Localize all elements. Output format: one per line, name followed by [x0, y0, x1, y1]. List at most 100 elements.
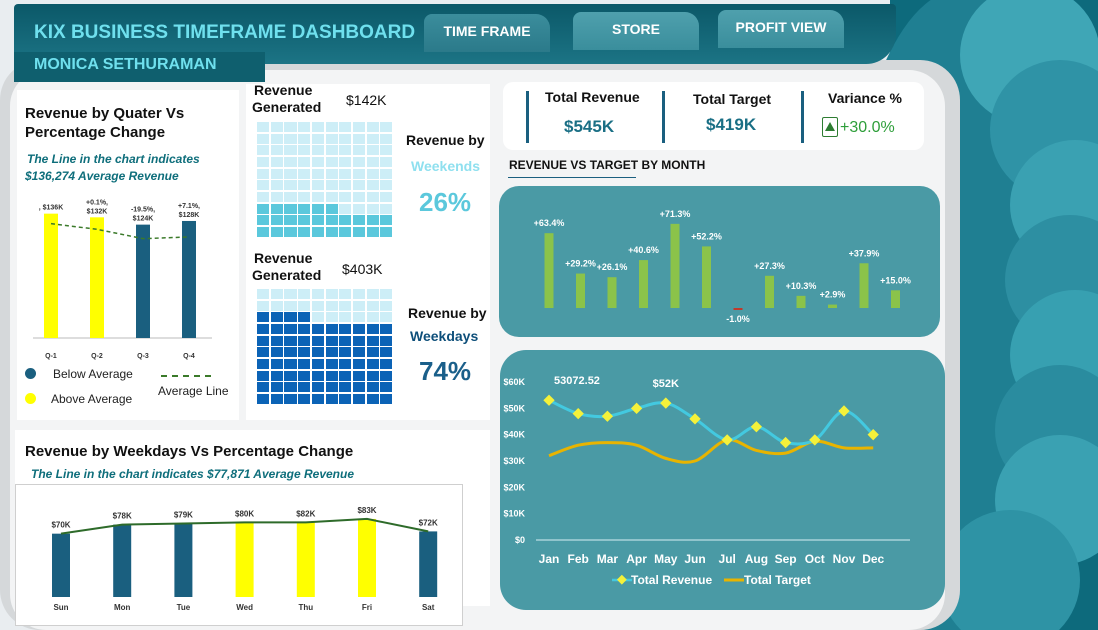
waffle-cell [284, 370, 297, 381]
waffle-cell [270, 191, 283, 202]
variance-value: +30.0% [840, 119, 895, 136]
variance-data-label: +37.9% [849, 248, 880, 258]
variance-data-label: +27.3% [754, 261, 785, 271]
waffle-cell [366, 300, 379, 311]
waffle-cell [366, 382, 379, 393]
kpi-divider [526, 91, 529, 143]
waffle-cell [298, 289, 311, 300]
waffle-cell [366, 191, 379, 202]
variance-data-label: +71.3% [660, 209, 691, 219]
revenue-point [630, 402, 643, 414]
variance-bar [639, 260, 648, 308]
waffle-cell [270, 335, 283, 346]
waffle-cell [325, 289, 338, 300]
waffle-cell [339, 215, 352, 226]
variance-bar [733, 308, 743, 310]
waffle-cell [284, 122, 297, 133]
waffle-cell [352, 215, 366, 226]
variance-bar [670, 223, 680, 308]
weekday-bar [419, 531, 438, 597]
waffle-cell [352, 145, 366, 156]
waffle-cell [311, 168, 324, 179]
waffle-cell [339, 358, 352, 369]
waffle-cell [298, 168, 311, 179]
waffle-cell [311, 393, 324, 404]
waffle-cell [380, 122, 393, 133]
waffle-cell [366, 145, 379, 156]
waffle-cell [352, 370, 366, 381]
waffle-cell [270, 289, 283, 300]
waffle-cell [270, 300, 283, 311]
waffle-cell [339, 191, 352, 202]
variance-data-label: -1.0% [726, 314, 750, 324]
waffle-cell [284, 323, 297, 335]
waffle-cell [352, 156, 366, 168]
weekday-chart: Sun $70K Mon $78K Tue $79K Wed $80K Thu $82K Fri $8… [15, 484, 463, 626]
waffle-cell [311, 300, 324, 311]
tab-profit-view[interactable]: PROFIT VIEW [718, 10, 844, 48]
waffle-cell [257, 382, 270, 393]
waffle-cell [366, 370, 379, 381]
waffle-cell [380, 226, 393, 237]
waffle-cell [284, 335, 297, 346]
quarter-bar [44, 213, 58, 338]
weekday-tick-label: Wed [236, 603, 253, 612]
tab-time-frame[interactable]: TIME FRAME [424, 14, 550, 52]
line-x-tick-label: Sep [775, 552, 797, 566]
quarter-data-label: $128K [179, 212, 200, 219]
quarter-tick-label: Q-4 [183, 353, 195, 360]
waffle-cell [298, 226, 311, 237]
weekday-amount: $403K [342, 261, 383, 277]
weekday-data-label: $70K [51, 521, 70, 530]
waffle-cell [366, 323, 379, 335]
line-x-tick-label: Aug [745, 552, 768, 566]
waffle-cell [298, 370, 311, 381]
waffle-cell [339, 156, 352, 168]
waffle-cell [311, 180, 324, 191]
waffle-cell [366, 215, 379, 226]
waffle-cell [311, 203, 324, 214]
waffle-cell [257, 300, 270, 311]
waffle-cell [298, 215, 311, 226]
waffle-cell [339, 122, 352, 133]
quarter-data-label: $124K [133, 216, 154, 223]
waffle-cell [325, 226, 338, 237]
waffle-cell [325, 300, 338, 311]
quarter-title-line2: Percentage Change [25, 124, 166, 141]
waffle-cell [284, 226, 297, 237]
waffle-cell [257, 335, 270, 346]
waffle-cell [311, 358, 324, 369]
line-x-tick-label: Dec [862, 552, 884, 566]
weekend-generated-label-2: Generated [252, 99, 322, 115]
waffle-cell [339, 180, 352, 191]
waffle-cell [366, 203, 379, 214]
tab-store[interactable]: STORE [573, 12, 699, 50]
waffle-cell [298, 347, 311, 358]
waffle-cell [352, 393, 366, 404]
waffle-cell [257, 156, 270, 168]
waffle-cell [284, 312, 297, 323]
waffle-cell [325, 156, 338, 168]
waffle-cell [311, 347, 324, 358]
waffle-cell [311, 191, 324, 202]
variance-bar [859, 263, 869, 308]
revenue-target-chart: $0 $10K $20K $30K $40K $50K $60K Jan Feb Mar Apr Ma… [503, 375, 910, 587]
waffle-cell [257, 180, 270, 191]
weekend-amount: $142K [346, 92, 387, 108]
total-revenue-label: Total Revenue [545, 89, 640, 105]
waffle-cell [380, 168, 393, 179]
waffle-cell [284, 382, 297, 393]
quarter-data-label: $132K [87, 208, 108, 215]
variance-bar [702, 246, 711, 308]
waffle-cell [339, 300, 352, 311]
waffle-cell [284, 133, 297, 144]
waffle-cell [380, 289, 393, 300]
waffle-cell [352, 323, 366, 335]
waffle-cell [284, 156, 297, 168]
line-y-tick-label: $20K [503, 482, 525, 492]
waffle-cell [366, 335, 379, 346]
waffle-cell [380, 300, 393, 311]
waffle-cell [298, 156, 311, 168]
waffle-cell [339, 133, 352, 144]
waffle-cell [380, 370, 393, 381]
